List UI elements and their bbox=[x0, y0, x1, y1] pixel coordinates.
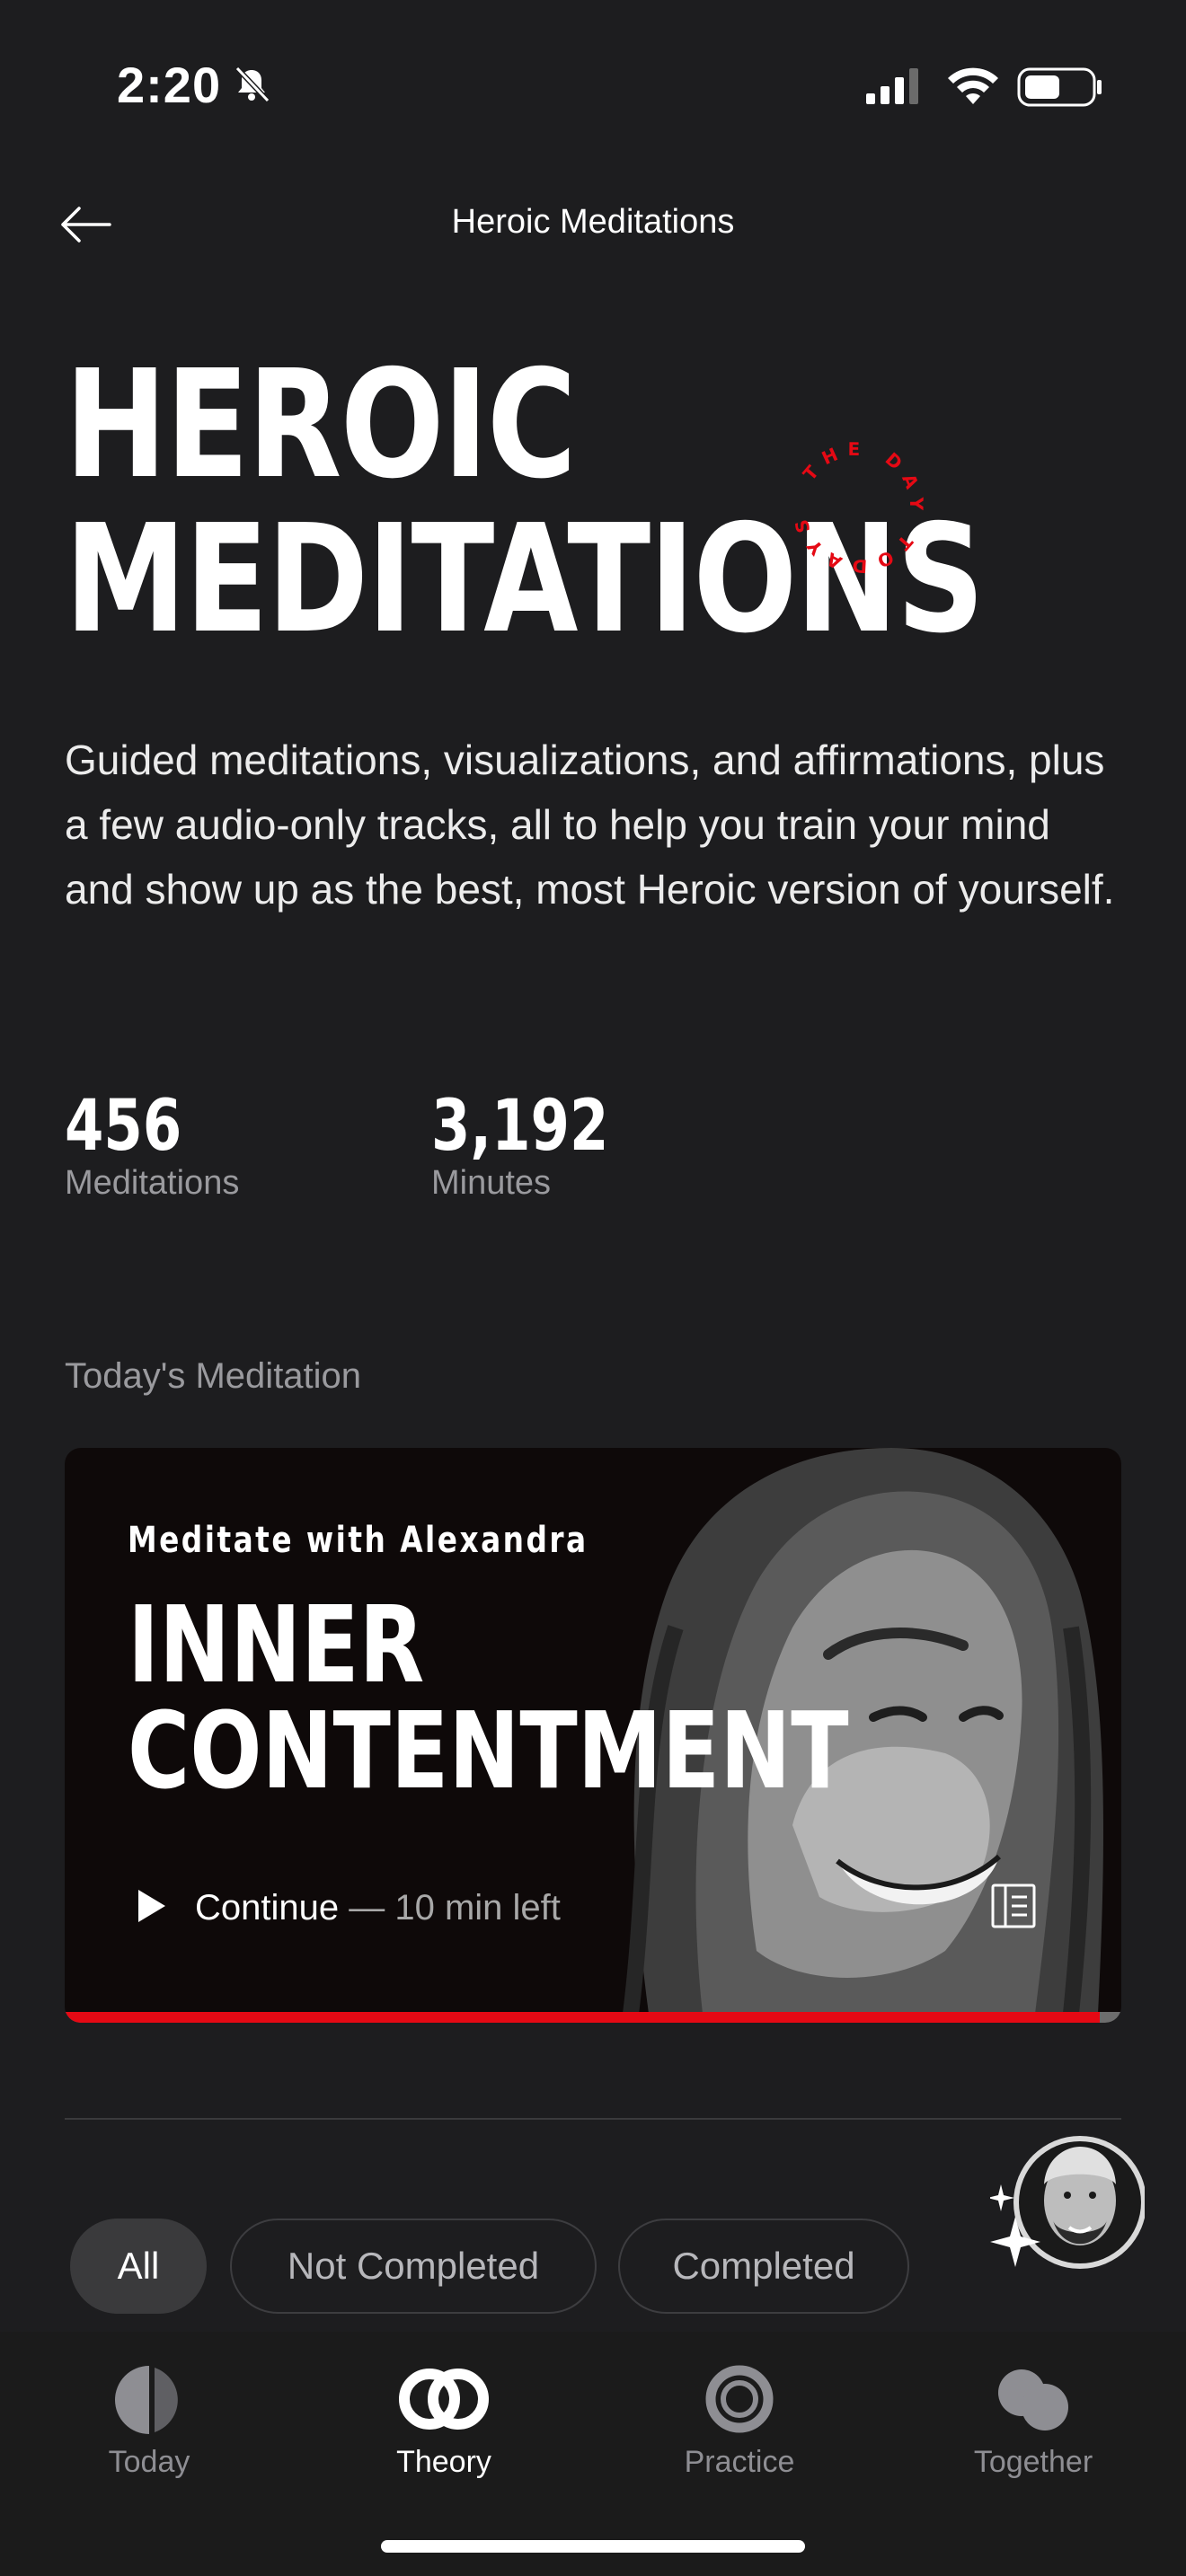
home-indicator[interactable] bbox=[381, 2540, 805, 2553]
stat-value: 456 bbox=[65, 1086, 182, 1167]
continue-button[interactable]: Continue — 10 min left bbox=[195, 1888, 561, 1928]
progress-bar bbox=[65, 2012, 1121, 2023]
page-description: Guided meditations, visualizations, and … bbox=[65, 737, 1115, 913]
section-divider bbox=[65, 2118, 1121, 2120]
tab-label: Today bbox=[108, 2445, 190, 2479]
wifi-icon bbox=[948, 67, 998, 104]
card-title-line-1: INNER bbox=[128, 1583, 425, 1707]
cellular-signal-icon bbox=[866, 68, 918, 104]
filter-not-completed[interactable]: Not Completed bbox=[230, 2219, 597, 2314]
time-left: — 10 min left bbox=[339, 1888, 561, 1928]
bell-slash-icon bbox=[235, 66, 270, 103]
stat-meditations: 456 Meditations bbox=[65, 1089, 239, 1203]
theory-icon bbox=[399, 2369, 489, 2430]
section-label-todays-meditation: Today's Meditation bbox=[65, 1356, 362, 1396]
card-title: INNER CONTENTMENT bbox=[128, 1592, 849, 1804]
tab-theory[interactable]: Theory bbox=[336, 2362, 552, 2480]
stat-label: Meditations bbox=[65, 1164, 240, 1202]
together-icon bbox=[998, 2369, 1068, 2430]
status-time: 2:20 bbox=[117, 57, 222, 113]
tab-practice[interactable]: Practice bbox=[632, 2362, 847, 2480]
play-icon[interactable] bbox=[135, 1888, 167, 1924]
stat-label: Minutes bbox=[431, 1164, 552, 1202]
tab-together[interactable]: Together bbox=[925, 2362, 1141, 2480]
filter-completed[interactable]: Completed bbox=[618, 2219, 909, 2314]
stat-minutes: 3,192 Minutes bbox=[431, 1089, 653, 1203]
battery-icon bbox=[1017, 67, 1102, 107]
tab-label: Practice bbox=[684, 2445, 795, 2479]
todays-the-day-badge: THE DAY TODAYS bbox=[788, 438, 927, 578]
progress-fill bbox=[65, 2012, 1101, 2023]
transcript-icon[interactable] bbox=[990, 1883, 1037, 1929]
stat-value: 3,192 bbox=[431, 1086, 609, 1167]
card-title-line-2: CONTENTMENT bbox=[128, 1689, 849, 1813]
svg-text:THE DAY TODAYS: THE DAY TODAYS bbox=[788, 438, 927, 578]
todays-meditation-card[interactable]: Meditate with Alexandra INNER CONTENTMEN… bbox=[65, 1448, 1121, 2023]
practice-icon bbox=[705, 2365, 774, 2433]
card-kicker: Meditate with Alexandra bbox=[128, 1520, 589, 1561]
ai-coach-button[interactable] bbox=[990, 2130, 1145, 2285]
tab-today[interactable]: Today bbox=[41, 2362, 257, 2480]
today-icon bbox=[115, 2366, 178, 2434]
filter-all[interactable]: All bbox=[70, 2219, 207, 2314]
header-title: Heroic Meditations bbox=[451, 203, 735, 241]
badge-text: THE DAY TODAYS bbox=[788, 438, 918, 578]
continue-label: Continue bbox=[195, 1888, 340, 1928]
tab-label: Together bbox=[973, 2445, 1093, 2479]
tab-label: Theory bbox=[396, 2445, 491, 2479]
